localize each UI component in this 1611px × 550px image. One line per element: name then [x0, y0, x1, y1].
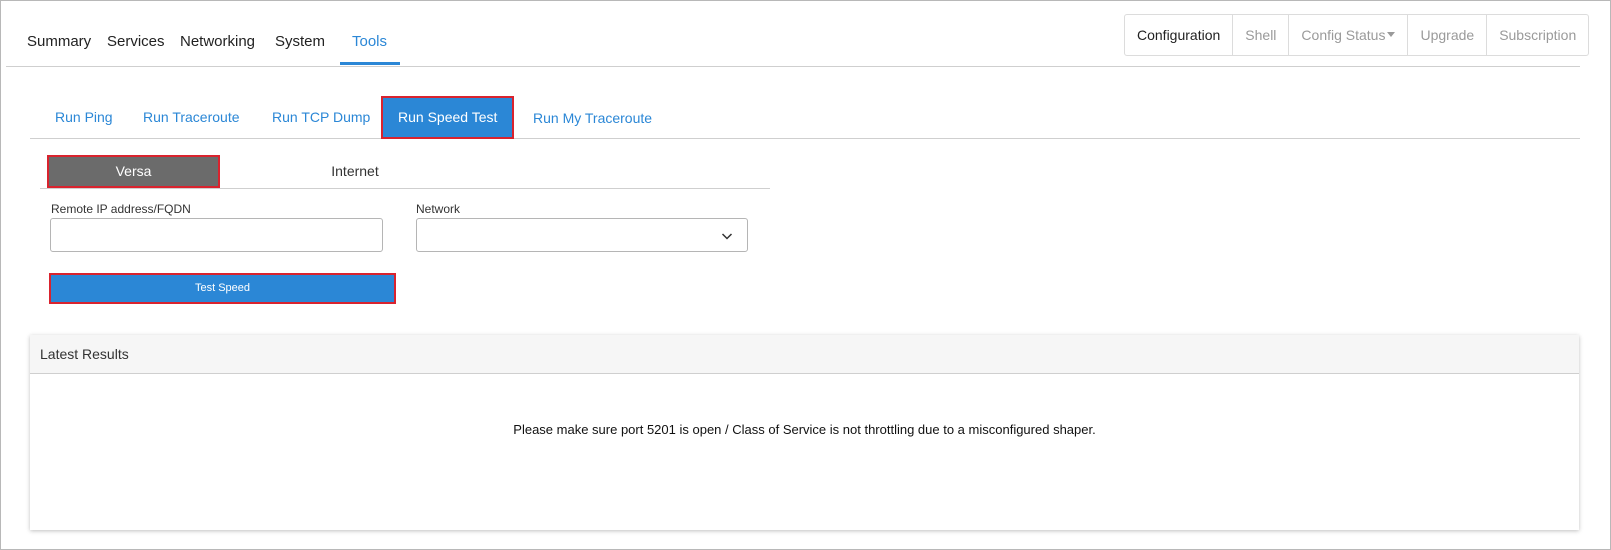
chevron-down-icon — [721, 233, 733, 240]
nav-services[interactable]: Services — [107, 33, 165, 50]
tab-run-ping[interactable]: Run Ping — [55, 97, 113, 138]
config-status-label: Config Status — [1301, 27, 1386, 43]
remote-ip-label: Remote IP address/FQDN — [51, 202, 191, 216]
remote-ip-input[interactable] — [50, 218, 383, 252]
results-title: Latest Results — [30, 335, 1579, 374]
nav-active-indicator — [340, 62, 400, 65]
tab-run-tcp-dump[interactable]: Run TCP Dump — [272, 97, 370, 138]
nav-system[interactable]: System — [275, 33, 325, 50]
network-label: Network — [416, 202, 461, 216]
shell-button[interactable]: Shell — [1232, 15, 1288, 55]
latest-results-panel: Latest Results Please make sure port 520… — [30, 335, 1579, 530]
upgrade-button[interactable]: Upgrade — [1407, 15, 1486, 55]
speed-test-mode-tabs: Versa Internet — [40, 155, 770, 189]
tab-internet[interactable]: Internet — [270, 156, 440, 187]
config-status-dropdown[interactable]: Config Status — [1288, 15, 1407, 55]
tab-run-speed-test[interactable]: Run Speed Test — [380, 96, 515, 139]
subscription-button[interactable]: Subscription — [1486, 15, 1588, 55]
tab-run-my-traceroute[interactable]: Run My Traceroute — [533, 98, 652, 139]
nav-networking[interactable]: Networking — [180, 33, 255, 50]
caret-down-icon — [1387, 32, 1396, 37]
network-select[interactable] — [416, 218, 748, 252]
results-message: Please make sure port 5201 is open / Cla… — [513, 422, 1096, 437]
tab-run-traceroute[interactable]: Run Traceroute — [143, 97, 240, 138]
action-button-group: Configuration Shell Config Status Upgrad… — [1124, 14, 1590, 56]
tab-versa[interactable]: Versa — [47, 155, 220, 188]
nav-tools[interactable]: Tools — [352, 33, 387, 50]
test-speed-button[interactable]: Test Speed — [49, 273, 396, 304]
configuration-button[interactable]: Configuration — [1125, 15, 1232, 55]
nav-summary[interactable]: Summary — [27, 33, 91, 50]
tool-tabs: Run Ping Run Traceroute Run TCP Dump Run… — [30, 96, 1580, 139]
